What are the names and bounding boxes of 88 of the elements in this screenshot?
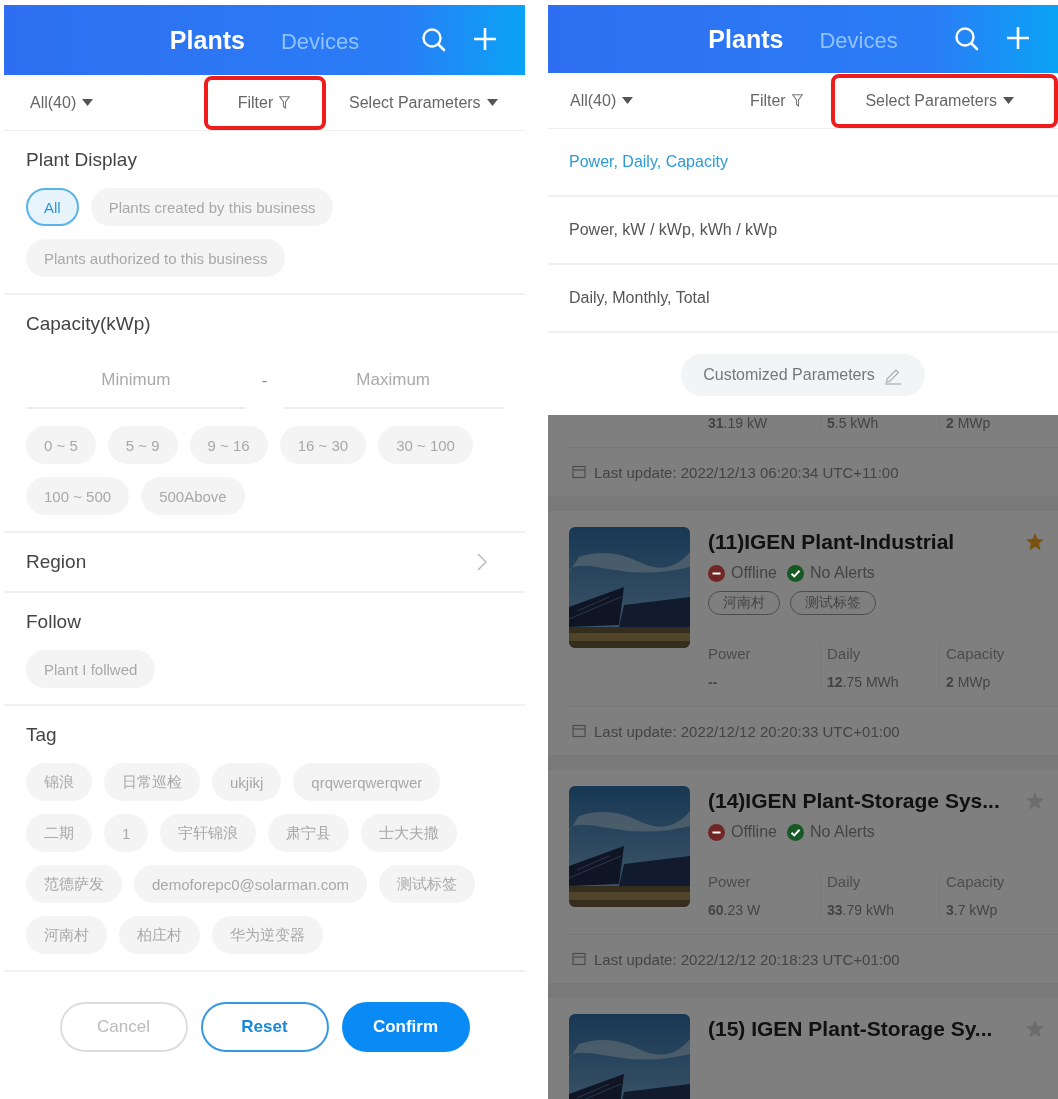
toolbar-button[interactable]: All(40) [556, 75, 648, 126]
tag-chip[interactable]: 范德萨发 [26, 865, 122, 903]
caret-icon [1003, 97, 1014, 104]
region-row[interactable]: Region [4, 533, 525, 593]
last-update-text: Last update: 2022/12/12 20:20:33 UTC+01:00 [594, 722, 900, 740]
plant-title: (14)IGEN Plant-Storage Sys... [708, 789, 1000, 813]
status-label: No Alerts [809, 564, 875, 582]
stat-value: 31.19 kW [708, 415, 769, 431]
header-tab[interactable]: Plants [169, 25, 245, 55]
caret-icon [486, 99, 498, 106]
reset-button[interactable]: Reset [200, 1002, 329, 1052]
calendar-icon [572, 724, 586, 738]
filter-icon [279, 96, 291, 109]
status-label: Offline [731, 564, 777, 582]
search-icon[interactable] [421, 27, 447, 53]
stat-value: 33.79 kWh [827, 902, 895, 918]
toolbar-button[interactable]: Select Parameters [335, 77, 512, 128]
calendar-icon [572, 952, 586, 966]
maximum-field[interactable]: Maximum [283, 353, 503, 409]
toolbar-button[interactable]: Filter [203, 75, 327, 130]
filter-icon [791, 94, 803, 107]
tag-chip[interactable]: demoforepc0@solarman.com [134, 865, 367, 903]
minimum-field[interactable]: Minimum [26, 353, 246, 409]
stat-value: -- [708, 674, 719, 690]
stat-value: 60.23 W [708, 902, 762, 918]
tag-chip[interactable]: 1 [104, 814, 149, 852]
tag-chip[interactable]: ukjikj [212, 763, 282, 801]
caret-icon [622, 97, 634, 104]
plant-card[interactable]: (15) IGEN Plant-Storage Sy... [548, 998, 1058, 1099]
tag-chip[interactable]: 柏庄村 [119, 916, 200, 954]
filter-chip[interactable]: 9 ~ 16 [189, 426, 268, 464]
filter-chip[interactable]: All [26, 188, 79, 226]
add-icon[interactable] [473, 27, 497, 51]
section-title: Follow [26, 611, 82, 633]
status-label: No Alerts [809, 823, 875, 841]
filter-chip[interactable]: 500Above [141, 477, 245, 515]
caret-icon [82, 99, 94, 106]
tag-chip[interactable]: 二期 [26, 814, 92, 852]
filter-chip[interactable]: 30 ~ 100 [378, 426, 473, 464]
star-icon[interactable] [1025, 532, 1045, 552]
parameter-option[interactable]: Daily, Monthly, Total [548, 265, 1058, 333]
filter-chip[interactable]: 5 ~ 9 [107, 426, 178, 464]
add-icon[interactable] [1006, 26, 1030, 50]
toolbar-button[interactable]: Select Parameters [831, 73, 1058, 128]
tag-chip[interactable]: 河南村 [26, 916, 107, 954]
filter-chip[interactable]: Plant I follwed [26, 650, 156, 688]
search-icon[interactable] [954, 26, 980, 52]
last-update-text: Last update: 2022/12/13 06:20:34 UTC+11:00 [594, 463, 899, 481]
stat-value: 2 MWp [946, 674, 992, 690]
parameter-option[interactable]: Power, Daily, Capacity [548, 129, 1058, 197]
filter-chip[interactable]: 100 ~ 500 [26, 477, 130, 515]
filter-chip[interactable]: Plants created by this business [90, 188, 334, 226]
plant-card[interactable]: 31.19 kW 5.5 kWh 2 MWp Last update: 2022/12/13 06:20:34 UTC+11:00 [548, 415, 1058, 496]
stat-value: 2 MWp [946, 415, 992, 431]
plant-title: (11)IGEN Plant-Industrial [708, 530, 955, 554]
customize-button[interactable]: Customized Parameters [681, 354, 925, 396]
parameter-option[interactable]: Power, kW / kWp, kWh / kWp [548, 197, 1058, 265]
tag-chip[interactable]: 华为逆变器 [212, 916, 323, 954]
section-title: Plant Display [26, 149, 138, 171]
tag-chip[interactable]: 日常巡检 [104, 763, 200, 801]
chevron-right-icon [477, 553, 487, 571]
last-update-text: Last update: 2022/12/12 20:18:23 UTC+01:00 [594, 950, 900, 968]
plant-title: (15) IGEN Plant-Storage Sy... [708, 1017, 993, 1041]
header-tab[interactable]: Plants [708, 24, 784, 54]
header-tab[interactable]: Devices [819, 27, 898, 54]
tag-chip[interactable]: 肃宁县 [268, 814, 350, 852]
calendar-icon [572, 465, 586, 479]
filter-chip[interactable]: Plants authorized to this business [26, 239, 286, 277]
section-title: Region [26, 551, 87, 573]
tag-chip[interactable]: qrqwerqwerqwer [293, 763, 441, 801]
range-separator: - [260, 371, 269, 391]
tag-chip[interactable]: 士大夫撒 [361, 814, 458, 852]
tag-chip[interactable]: 锦浪 [26, 763, 92, 801]
toolbar-button[interactable]: All(40) [16, 77, 108, 128]
toolbar-button[interactable]: Filter [736, 75, 817, 126]
section-title: Capacity(kWp) [26, 313, 152, 335]
filter-chip[interactable]: 0 ~ 5 [26, 426, 96, 464]
tag-chip[interactable]: 宇轩锦浪 [160, 814, 257, 852]
stat-value: 3.7 kWp [946, 902, 999, 918]
stat-value: 5.5 kWh [827, 415, 880, 431]
filter-chip[interactable]: 16 ~ 30 [279, 426, 367, 464]
tag-chip[interactable]: 测试标签 [379, 865, 475, 903]
status-label: Offline [731, 823, 777, 841]
section-title: Tag [26, 724, 58, 746]
header-tab[interactable]: Devices [280, 28, 360, 55]
cancel-button[interactable]: Cancel [59, 1002, 188, 1052]
confirm-button[interactable]: Confirm [341, 1002, 470, 1052]
stat-value: 12.75 MWh [827, 674, 900, 690]
